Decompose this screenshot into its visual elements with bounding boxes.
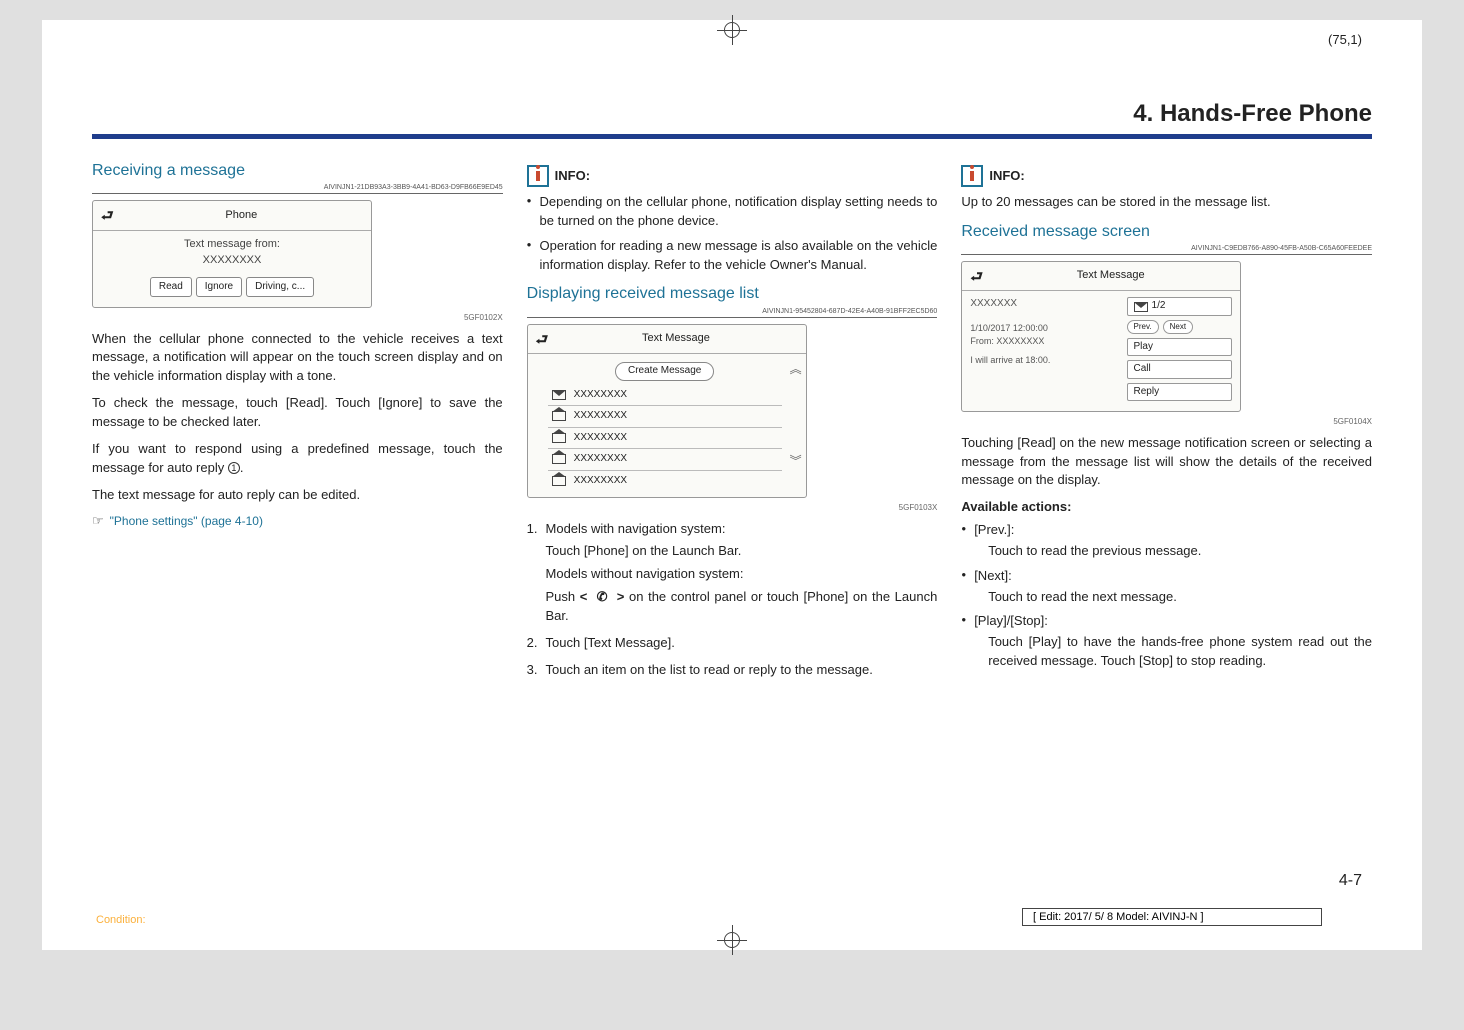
page-number: 4-7 (1339, 872, 1362, 890)
column-1: Receiving a message AIVINJN1-21DB93A3-3B… (92, 159, 503, 688)
ss-ignore-btn: Ignore (196, 277, 242, 298)
envelope-open-icon (552, 433, 566, 443)
action-next: [Next]: Touch to read the next message. (961, 567, 1372, 607)
ss-timestamp: 1/10/2017 12:00:00 (970, 322, 1118, 335)
para-3: If you want to respond using a predefine… (92, 440, 503, 478)
screenshot-list: ⮐ Text Message Create Message XXXXXXXX X… (527, 324, 807, 498)
ss-create-btn: Create Message (615, 362, 714, 381)
circled-1-icon: 1 (228, 462, 240, 474)
ss-line2: XXXXXXXX (105, 253, 359, 269)
ss-read-btn: Read (150, 277, 192, 298)
step-1: 1. Models with navigation system: Touch … (527, 520, 938, 626)
step-2: 2.Touch [Text Message]. (527, 634, 938, 653)
scroll-down-icon: ︾ (790, 453, 802, 470)
list-row: XXXXXXXX (548, 449, 782, 471)
footer-condition: Condition: (96, 914, 146, 926)
list-row: XXXXXXXX (548, 471, 782, 492)
back-icon: ⮐ (536, 329, 549, 349)
para-3b: . (240, 460, 244, 475)
image-ref-1: 5GF0102X (92, 312, 503, 324)
action-play-stop: [Play]/[Stop]: Touch [Play] to have the … (961, 612, 1372, 671)
cross-ref-link: ☞ "Phone settings" (page 4-10) (92, 512, 503, 531)
chapter-rule (92, 134, 1372, 139)
image-ref-2: 5GF0103X (527, 502, 938, 514)
phone-icon: ✆ (597, 589, 608, 604)
section-heading-received: Received message screen (961, 220, 1150, 243)
para-1: When the cellular phone connected to the… (92, 330, 503, 387)
back-icon: ⮐ (970, 266, 983, 286)
back-icon: ⮐ (101, 205, 114, 225)
guid-1: AIVINJN1-21DB93A3-3BB9-4A41-BD63-D9FB66E… (92, 183, 503, 193)
ss-header: ⮐ Phone (93, 201, 371, 230)
page-coord: (75,1) (1328, 32, 1362, 47)
pointer-icon: ☞ (92, 512, 104, 531)
list-row: XXXXXXXX (548, 428, 782, 450)
chapter-title: 4. Hands-Free Phone (92, 100, 1372, 128)
para-3a: If you want to respond using a predefine… (92, 441, 503, 475)
section-heading-receiving: Receiving a message (92, 159, 245, 182)
envelope-closed-icon (552, 390, 566, 400)
screenshot-notification: ⮐ Phone Text message from: XXXXXXXX Read… (92, 200, 372, 308)
envelope-open-icon (552, 411, 566, 421)
footer-edit-info: [ Edit: 2017/ 5/ 8 Model: AIVINJ-N ] (1022, 908, 1322, 926)
para-2: To check the message, touch [Read]. Touc… (92, 394, 503, 432)
guid-2: AIVINJN1-95452804-687D-42E4-A40B-91BFF2E… (527, 307, 938, 317)
manual-page: (75,1) 4. Hands-Free Phone Receiving a m… (42, 20, 1422, 950)
ss-next-btn: Next (1163, 320, 1193, 334)
para-c3-2: Touching [Read] on the new message notif… (961, 434, 1372, 491)
action-prev: [Prev.]: Touch to read the previous mess… (961, 521, 1372, 561)
list-row: XXXXXXXX (548, 385, 782, 407)
ss-play-btn: Play (1127, 338, 1233, 357)
ss-driving-btn: Driving, c... (246, 277, 314, 298)
envelope-open-icon (552, 454, 566, 464)
guid-3: AIVINJN1-C9EDB766-A890-45FB-A50B-C65A60F… (961, 244, 1372, 254)
section-heading-list: Displaying received message list (527, 282, 759, 305)
scroll-up-icon: ︽ (790, 361, 802, 378)
info-bullet-2: Operation for reading a new message is a… (527, 237, 938, 275)
info-icon (961, 165, 983, 187)
info-bullet-1: Depending on the cellular phone, notific… (527, 193, 938, 231)
ss-title: Text Message (989, 268, 1232, 284)
link-text: "Phone settings" (page 4-10) (110, 513, 263, 530)
info-label: INFO: (555, 167, 590, 186)
ss-sender: XXXXXXX (970, 297, 1118, 312)
ss-body-text: I will arrive at 18:00. (970, 354, 1118, 367)
ss-call-btn: Call (1127, 360, 1233, 379)
para-4: The text message for auto reply can be e… (92, 486, 503, 505)
info-icon (527, 165, 549, 187)
ss-counter: 1/2 (1127, 297, 1233, 316)
screenshot-detail: ⮐ Text Message XXXXXXX 1/10/2017 12:00:0… (961, 261, 1241, 412)
ss-prev-btn: Prev. (1127, 320, 1159, 334)
content-columns: Receiving a message AIVINJN1-21DB93A3-3B… (92, 159, 1372, 688)
column-2: INFO: Depending on the cellular phone, n… (527, 159, 938, 688)
info-box-2: INFO: (961, 165, 1372, 187)
ss-line1: Text message from: (105, 237, 359, 253)
ss-title: Text Message (554, 331, 797, 347)
ss-from: From: XXXXXXXX (970, 335, 1118, 348)
info-box-1: INFO: (527, 165, 938, 187)
image-ref-3: 5GF0104X (961, 416, 1372, 428)
column-3: INFO: Up to 20 messages can be stored in… (961, 159, 1372, 688)
envelope-icon (1134, 302, 1148, 312)
ss-reply-btn: Reply (1127, 383, 1233, 402)
scroll-arrows: ︽ ︾ (790, 361, 802, 471)
list-row: XXXXXXXX (548, 406, 782, 428)
crop-mark-bottom (712, 920, 752, 960)
info-label: INFO: (989, 167, 1024, 186)
available-actions-heading: Available actions: (961, 498, 1372, 517)
step-3: 3.Touch an item on the list to read or r… (527, 661, 938, 680)
para-c3-1: Up to 20 messages can be stored in the m… (961, 193, 1372, 212)
ss-title: Phone (120, 208, 363, 224)
crop-mark-top (712, 10, 752, 50)
envelope-open-icon (552, 476, 566, 486)
